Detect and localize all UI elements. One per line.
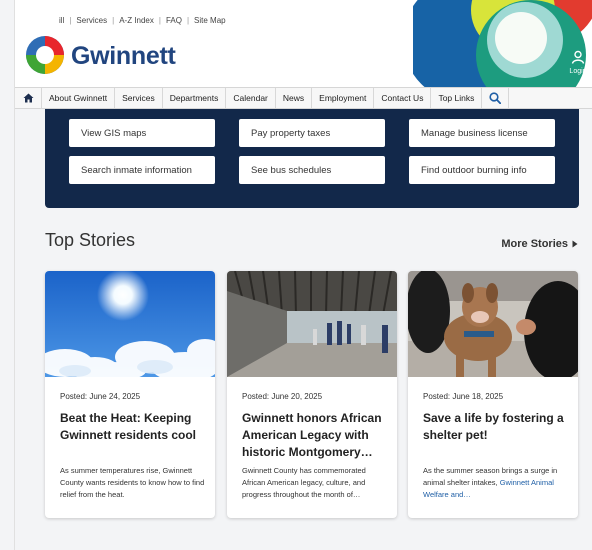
quick-link-manage-business-license[interactable]: Manage business license (409, 119, 555, 147)
user-icon (571, 50, 585, 64)
nav-item-top-links[interactable]: Top Links (430, 88, 481, 108)
story-title[interactable]: Save a life by fostering a shelter pet! (423, 410, 569, 444)
more-stories-link[interactable]: More Stories (501, 238, 578, 250)
page: ill | Services | A-Z Index | FAQ | Site Map Gwin… (14, 0, 592, 550)
story-summary: As summer temperatures rise, Gwinnett Co… (60, 466, 205, 499)
utility-link-pay-bill[interactable]: ill (59, 16, 64, 25)
home-icon (23, 93, 33, 103)
story-summary: As the summer season brings a surge in a… (423, 466, 558, 499)
login-label: Login (569, 68, 587, 75)
brand-name[interactable]: Gwinnett (71, 42, 176, 71)
quick-links-panel: View GIS maps Pay property taxes Manage … (45, 109, 579, 208)
top-stories-heading: Top Stories (45, 230, 136, 250)
nav-item-calendar[interactable]: Calendar (225, 88, 275, 108)
quick-link-pay-property-taxes[interactable]: Pay property taxes (239, 119, 385, 147)
main-nav: About Gwinnett Services Departments Cale… (15, 87, 592, 109)
story-title[interactable]: Gwinnett honors African American Legacy … (242, 410, 388, 461)
caret-right-icon (572, 240, 578, 248)
nav-item-about-gwinnett[interactable]: About Gwinnett (41, 88, 114, 108)
gwinnett-logo-icon[interactable] (25, 35, 65, 75)
nav-item-departments[interactable]: Departments (161, 88, 226, 108)
utility-links: ill | Services | A-Z Index | FAQ | Site Map (59, 16, 226, 25)
quick-link-see-bus-schedules[interactable]: See bus schedules (239, 156, 385, 184)
story-summary: Gwinnett County has commemorated African… (242, 466, 366, 499)
nav-search-button[interactable] (481, 88, 510, 108)
quick-link-view-gis-maps[interactable]: View GIS maps (69, 119, 215, 147)
site-header: ill | Services | A-Z Index | FAQ | Site Map Gwin… (15, 0, 592, 87)
search-icon (489, 92, 502, 104)
story-card[interactable]: Posted: June 24, 2025 Beat the Heat: Kee… (45, 271, 215, 518)
story-date: Posted: June 24, 2025 (60, 392, 141, 401)
utility-link-faq[interactable]: FAQ (166, 16, 182, 25)
story-date: Posted: June 18, 2025 (423, 392, 504, 401)
quick-link-find-outdoor-burning-info[interactable]: Find outdoor burning info (409, 156, 555, 184)
login-button[interactable]: Login (567, 50, 589, 75)
nav-home[interactable] (15, 88, 41, 108)
story-title[interactable]: Beat the Heat: Keeping Gwinnett resident… (60, 410, 206, 444)
shelter-dog-image (408, 271, 578, 377)
utility-link-site-map[interactable]: Site Map (194, 16, 226, 25)
story-card[interactable]: Posted: June 20, 2025 Gwinnett honors Af… (227, 271, 397, 518)
historic-walkway-image (227, 271, 397, 377)
utility-link-services[interactable]: Services (76, 16, 107, 25)
more-stories-label: More Stories (501, 238, 568, 250)
story-card[interactable]: Posted: June 18, 2025 Save a life by fos… (408, 271, 578, 518)
nav-item-contact-us[interactable]: Contact Us (373, 88, 430, 108)
sunny-sky-image (45, 271, 215, 377)
nav-item-services[interactable]: Services (114, 88, 162, 108)
nav-item-employment[interactable]: Employment (311, 88, 373, 108)
utility-link-az-index[interactable]: A-Z Index (119, 16, 154, 25)
decorative-circles-graphic (413, 0, 592, 87)
quick-link-search-inmate-information[interactable]: Search inmate information (69, 156, 215, 184)
nav-item-news[interactable]: News (274, 88, 311, 108)
story-date: Posted: June 20, 2025 (242, 392, 323, 401)
